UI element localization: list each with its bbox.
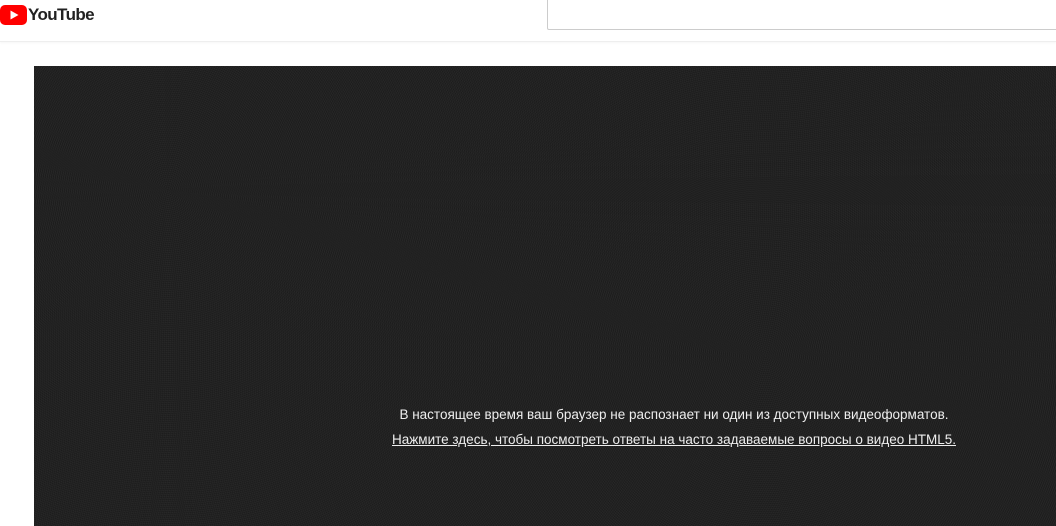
html5-faq-link[interactable]: Нажмите здесь, чтобы посмотреть ответы н… — [392, 432, 956, 447]
error-message-text: В настоящее время ваш браузер не распозн… — [399, 407, 949, 422]
youtube-play-icon — [0, 5, 27, 25]
video-player[interactable]: В настоящее время ваш браузер не распозн… — [34, 66, 1056, 526]
youtube-logo[interactable]: YouTube — [0, 4, 95, 26]
unsupported-format-message: В настоящее время ваш браузер не распозн… — [34, 402, 1056, 452]
search-input[interactable] — [547, 0, 1056, 30]
logo-text: YouTube — [28, 5, 95, 24]
masthead: YouTube — [0, 0, 1056, 42]
